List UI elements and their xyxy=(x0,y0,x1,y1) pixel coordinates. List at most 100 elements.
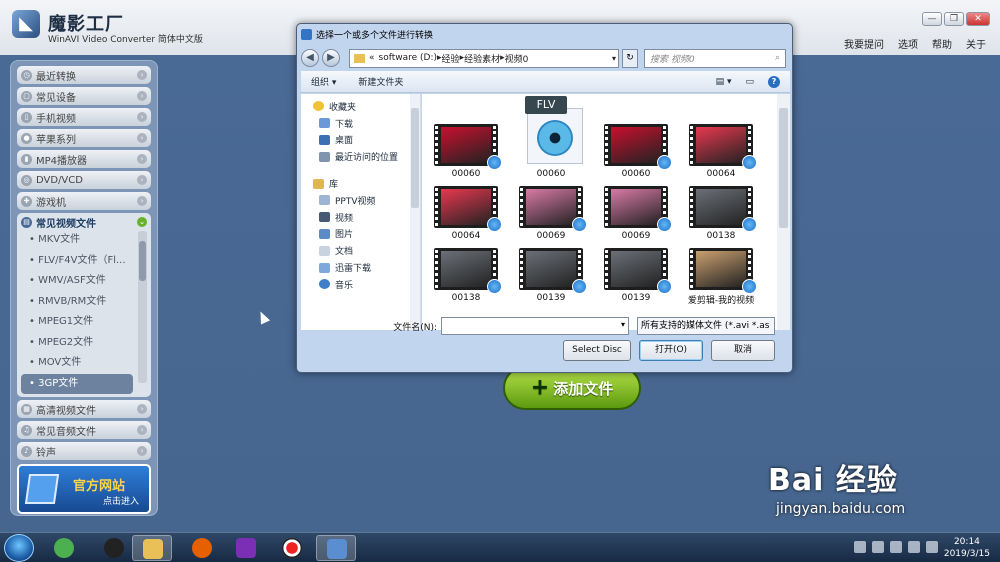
nav-favorites[interactable]: 收藏夹 xyxy=(301,98,420,115)
sidebar-item-apple[interactable]: ● 苹果系列 › xyxy=(17,129,151,147)
sidebar-subitem-mpeg2[interactable]: • MPEG2文件 xyxy=(17,333,133,354)
clock[interactable]: 20:14 2019/3/15 xyxy=(944,536,990,560)
open-button[interactable]: 打开(O) xyxy=(639,340,703,361)
close-button[interactable]: ✕ xyxy=(966,12,990,26)
sidebar-subitem-wmv[interactable]: • WMV/ASF文件 xyxy=(17,271,133,292)
video-frame xyxy=(441,189,491,225)
file-item[interactable]: 00138 xyxy=(428,248,504,310)
video-frame xyxy=(696,251,746,287)
sidebar-subitem-3gp[interactable]: • 3GP文件 xyxy=(21,373,133,394)
nav-xunlei[interactable]: 迅雷下载 xyxy=(301,259,420,276)
tray-app-icon[interactable] xyxy=(926,541,938,553)
view-mode-icon[interactable]: ▤ ▾ xyxy=(716,77,732,87)
menu-ask[interactable]: 我要提问 xyxy=(844,36,884,51)
file-item[interactable]: 爱剪辑-我的视频 xyxy=(683,248,759,310)
taskbar-app-video[interactable] xyxy=(226,535,266,561)
sidebar-item-audio[interactable]: ♫ 常见音频文件 › xyxy=(17,421,151,439)
dialog-navbar: ◀ ▶ « software (D:) ▸ 经验 ▸ 经验素材 ▸ 视频0 ▾ … xyxy=(301,46,790,70)
sidebar-item-recent[interactable]: ◷ 最近转换 › xyxy=(17,66,151,84)
nav-documents[interactable]: 文档 xyxy=(301,242,420,259)
file-name: 00138 xyxy=(451,293,481,303)
breadcrumb-drive[interactable]: software (D:) xyxy=(379,53,438,63)
forward-button[interactable]: ▶ xyxy=(322,49,340,67)
back-button[interactable]: ◀ xyxy=(301,49,319,67)
file-item[interactable]: 00069 xyxy=(513,186,589,248)
sidebar-item-hd[interactable]: ▦ 高清视频文件 › xyxy=(17,400,151,418)
official-site-banner[interactable]: 官方网站 点击进入 xyxy=(17,464,151,514)
filmstrip-edge xyxy=(605,126,609,164)
nav-music[interactable]: 音乐 xyxy=(301,276,420,293)
sidebar-item-devices[interactable]: ▢ 常见设备 › xyxy=(17,87,151,105)
menu-about[interactable]: 关于 xyxy=(966,36,986,51)
taskbar-app-360[interactable] xyxy=(44,535,84,561)
sidebar-item-mp4[interactable]: ▮ MP4播放器 › xyxy=(17,150,151,168)
taskbar-app-firefox[interactable] xyxy=(182,535,222,561)
keyboard-icon[interactable] xyxy=(854,541,866,553)
organize-button[interactable]: 组织 ▾ xyxy=(311,75,336,88)
sidebar-subitem-flv[interactable]: • FLV/F4V文件（Fl... xyxy=(17,251,133,272)
search-input[interactable]: 搜索 视频0 ⌕ xyxy=(644,48,786,68)
breadcrumb-sucai[interactable]: 经验素材 xyxy=(464,52,500,65)
file-item[interactable]: 00060 xyxy=(598,124,674,186)
minimize-button[interactable]: — xyxy=(922,12,942,26)
nav-downloads[interactable]: 下载 xyxy=(301,115,420,132)
filetype-select[interactable]: 所有支持的媒体文件 (*.avi *.as xyxy=(637,317,775,335)
file-item[interactable]: 00138 xyxy=(683,186,759,248)
breadcrumb-jingyan[interactable]: 经验 xyxy=(442,52,460,65)
maximize-button[interactable]: ❐ xyxy=(944,12,964,26)
banner-title: 官方网站 xyxy=(73,479,126,494)
taskbar-app-winavi[interactable] xyxy=(316,535,356,561)
file-item[interactable]: 00139 xyxy=(598,248,674,310)
file-item[interactable]: 00139 xyxy=(513,248,589,310)
taskbar-app-recorder[interactable] xyxy=(272,535,312,561)
file-item[interactable]: 00064 xyxy=(428,186,504,248)
help-icon[interactable]: ? xyxy=(768,75,780,88)
refresh-button[interactable]: ↻ xyxy=(622,48,638,68)
nav-libraries[interactable]: 库 xyxy=(301,175,420,192)
video-frame xyxy=(526,251,576,287)
menu-options[interactable]: 选项 xyxy=(898,36,918,51)
file-scrollbar[interactable] xyxy=(777,94,790,330)
cancel-button[interactable]: 取消 xyxy=(711,340,775,361)
filename-input[interactable]: ▾ xyxy=(441,317,629,335)
network-icon[interactable] xyxy=(890,541,902,553)
sidebar-subitem-mpeg1[interactable]: • MPEG1文件 xyxy=(17,312,133,333)
preview-pane-icon[interactable]: ▭ xyxy=(745,77,754,87)
tray-flag-icon[interactable] xyxy=(872,541,884,553)
nav-scrollbar[interactable] xyxy=(410,94,420,330)
sidebar-subitem-mkv[interactable]: • MKV文件 xyxy=(17,230,133,251)
website-icon xyxy=(24,474,60,504)
dropdown-arrow-icon[interactable]: ▾ xyxy=(612,54,616,63)
file-item[interactable]: 00064 xyxy=(683,124,759,186)
menu-help[interactable]: 帮助 xyxy=(932,36,952,51)
new-folder-button[interactable]: 新建文件夹 xyxy=(358,75,403,88)
file-item[interactable]: 00069 xyxy=(598,186,674,248)
taskbar-app-qq[interactable] xyxy=(94,535,134,561)
chevron-down-icon[interactable]: ▾ xyxy=(621,320,625,329)
sidebar-item-dvd[interactable]: ◎ DVD/VCD › xyxy=(17,171,151,189)
nav-recent[interactable]: 最近访问的位置 xyxy=(301,148,420,165)
open-file-dialog: 选择一个或多个文件进行转换 ◀ ▶ « software (D:) ▸ 经验 ▸… xyxy=(296,23,793,373)
sidebar-scrollbar[interactable] xyxy=(138,231,147,383)
sidebar-subitem-mov[interactable]: • MOV文件 xyxy=(17,353,133,374)
scrollbar-thumb[interactable] xyxy=(139,241,146,281)
sidebar-item-phone[interactable]: ▯ 手机视频 › xyxy=(17,108,151,126)
file-item[interactable]: 00060 xyxy=(428,124,504,186)
scrollbar-thumb[interactable] xyxy=(411,108,419,208)
taskbar-app-explorer[interactable] xyxy=(132,535,172,561)
nav-desktop[interactable]: 桌面 xyxy=(301,132,420,149)
scrollbar-thumb[interactable] xyxy=(779,108,788,228)
sidebar-group-header[interactable]: ▤ 常见视频文件 ⌄ xyxy=(17,214,151,230)
nav-pptv[interactable]: PPTV视频 xyxy=(301,192,420,209)
nav-pictures[interactable]: 图片 xyxy=(301,226,420,243)
breadcrumb-video0[interactable]: 视频0 xyxy=(505,52,529,65)
sidebar-subitem-rmvb[interactable]: • RMVB/RM文件 xyxy=(17,292,133,313)
file-item[interactable]: FLV 00060 xyxy=(513,96,589,186)
sidebar-item-game[interactable]: ✚ 游戏机 › xyxy=(17,192,151,210)
nav-videos[interactable]: 视频 xyxy=(301,209,420,226)
sidebar-item-ringtone[interactable]: ♪ 铃声 › xyxy=(17,442,151,460)
address-bar[interactable]: « software (D:) ▸ 经验 ▸ 经验素材 ▸ 视频0 ▾ xyxy=(349,48,619,68)
volume-icon[interactable] xyxy=(908,541,920,553)
start-button[interactable] xyxy=(4,534,34,562)
select-disc-button[interactable]: Select Disc xyxy=(563,340,631,361)
